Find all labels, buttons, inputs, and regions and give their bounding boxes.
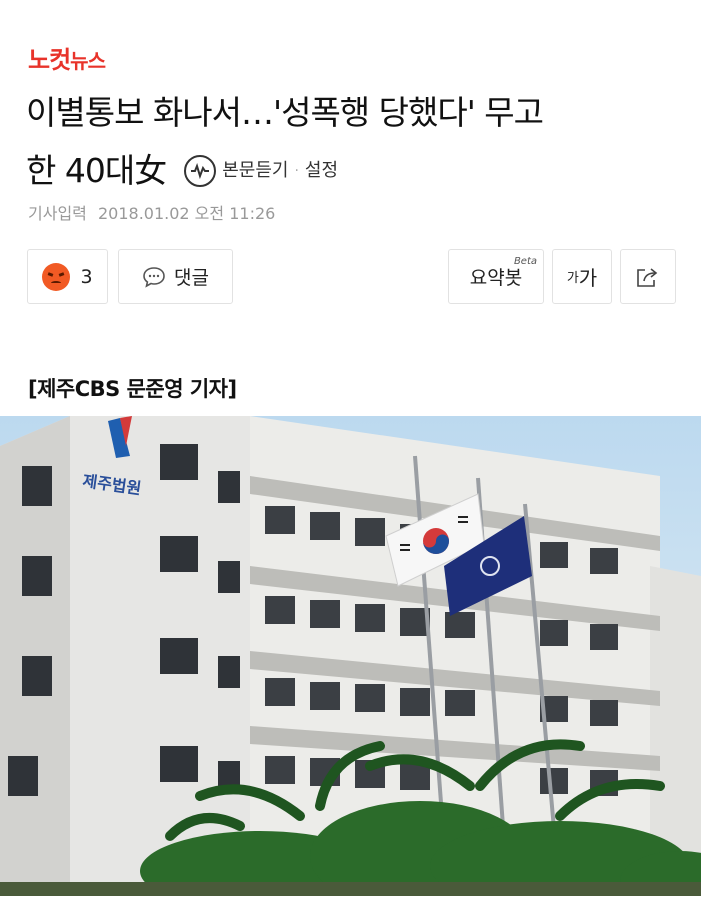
tts-control: 본문듣기 · 설정: [184, 142, 338, 200]
reporter-byline: [제주CBS 문준영 기자]: [28, 377, 237, 401]
article-meta: 기사입력 2018.01.02 오전 11:26: [28, 200, 281, 224]
share-icon: [635, 265, 661, 289]
headline-line2-row: 한 40대女 본문듣기 · 설정: [26, 142, 676, 200]
headline-line1: 이별통보 화나서…'성폭행 당했다' 무고: [26, 93, 544, 132]
news-logo[interactable]: 노컷뉴스: [28, 40, 106, 75]
logo-part1: 노컷: [28, 46, 71, 74]
beta-badge: Beta: [513, 256, 537, 267]
article-headline: 이별통보 화나서…'성폭행 당했다' 무고 한 40대女 본문듣기 · 설정: [26, 84, 676, 200]
font-large-label: 가: [578, 266, 598, 290]
logo-part2: 뉴스: [70, 49, 106, 73]
share-button[interactable]: [620, 249, 676, 304]
font-size-button[interactable]: 가가: [552, 249, 612, 304]
reaction-button[interactable]: 3: [27, 249, 108, 304]
font-small-label: 가: [566, 271, 579, 286]
settings-link[interactable]: 설정: [305, 142, 338, 200]
comment-label: 댓글: [174, 267, 209, 289]
meta-datetime: 2018.01.02 오전 11:26: [97, 204, 276, 223]
comment-icon: [142, 266, 166, 288]
summary-label: 요약봇: [469, 267, 523, 289]
comment-button[interactable]: 댓글: [118, 249, 233, 304]
reaction-count: 3: [80, 265, 93, 288]
separator-dot: ·: [294, 163, 299, 179]
meta-label: 기사입력: [28, 204, 87, 223]
summary-bot-button[interactable]: 요약봇 Beta: [448, 249, 544, 304]
headline-line2: 한 40대女: [26, 151, 167, 190]
tts-button[interactable]: 본문듣기: [222, 142, 288, 200]
angry-emoji-icon: [42, 262, 71, 291]
article-photo[interactable]: 제주법원: [0, 416, 701, 896]
headphone-icon[interactable]: [184, 155, 217, 187]
